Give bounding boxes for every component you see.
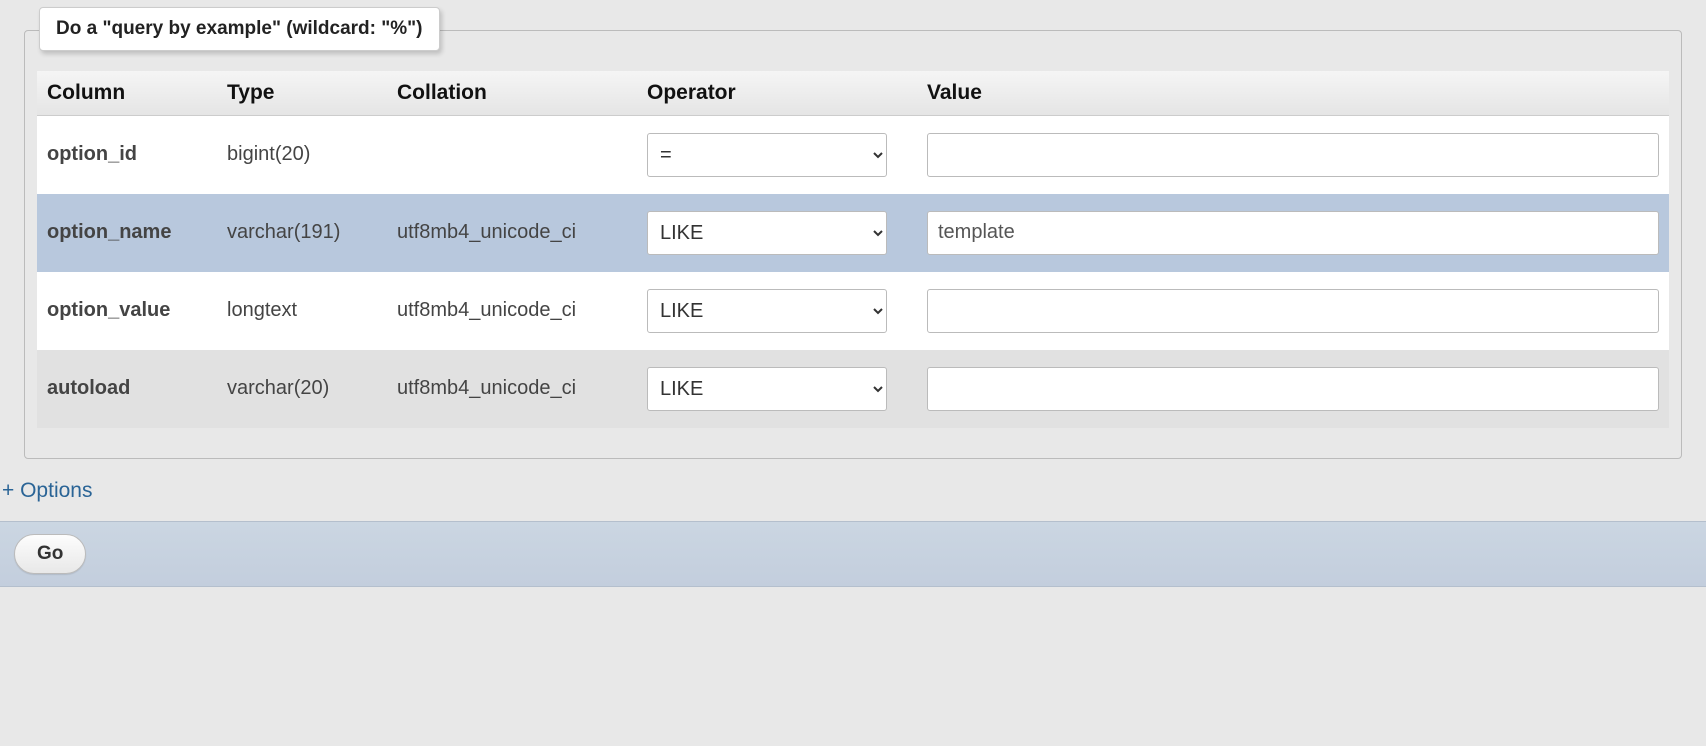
column-name: autoload [37, 350, 217, 428]
operator-cell: = [637, 116, 917, 194]
value-input[interactable] [927, 289, 1659, 333]
column-collation: utf8mb4_unicode_ci [387, 350, 637, 428]
value-input[interactable] [927, 133, 1659, 177]
value-input[interactable] [927, 367, 1659, 411]
value-cell [917, 272, 1669, 350]
header-collation: Collation [387, 71, 637, 116]
header-operator: Operator [637, 71, 917, 116]
column-name: option_name [37, 194, 217, 272]
value-cell [917, 116, 1669, 194]
footer-bar: Go [0, 521, 1706, 587]
value-cell [917, 350, 1669, 428]
go-button[interactable]: Go [14, 534, 86, 574]
query-table: Column Type Collation Operator Value opt… [37, 71, 1669, 428]
operator-cell: LIKE [637, 194, 917, 272]
table-row: option_namevarchar(191)utf8mb4_unicode_c… [37, 194, 1669, 272]
column-type: varchar(191) [217, 194, 387, 272]
table-row: option_valuelongtextutf8mb4_unicode_ciLI… [37, 272, 1669, 350]
column-collation: utf8mb4_unicode_ci [387, 272, 637, 350]
operator-select[interactable]: LIKE [647, 367, 887, 411]
column-name: option_value [37, 272, 217, 350]
fieldset-legend: Do a "query by example" (wildcard: "%") [39, 7, 440, 51]
column-name: option_id [37, 116, 217, 194]
value-input[interactable] [927, 211, 1659, 255]
header-column: Column [37, 71, 217, 116]
column-collation: utf8mb4_unicode_ci [387, 194, 637, 272]
column-type: varchar(20) [217, 350, 387, 428]
value-cell [917, 194, 1669, 272]
table-row: option_idbigint(20) = [37, 116, 1669, 194]
operator-select[interactable]: LIKE [647, 289, 887, 333]
operator-select[interactable]: LIKE [647, 211, 887, 255]
query-by-example-fieldset: Do a "query by example" (wildcard: "%") … [24, 30, 1682, 459]
column-type: longtext [217, 272, 387, 350]
operator-cell: LIKE [637, 272, 917, 350]
column-collation [387, 116, 637, 194]
table-row: autoloadvarchar(20)utf8mb4_unicode_ciLIK… [37, 350, 1669, 428]
options-toggle-link[interactable]: + Options [0, 479, 92, 521]
operator-cell: LIKE [637, 350, 917, 428]
column-type: bigint(20) [217, 116, 387, 194]
operator-select[interactable]: = [647, 133, 887, 177]
header-value: Value [917, 71, 1669, 116]
header-type: Type [217, 71, 387, 116]
